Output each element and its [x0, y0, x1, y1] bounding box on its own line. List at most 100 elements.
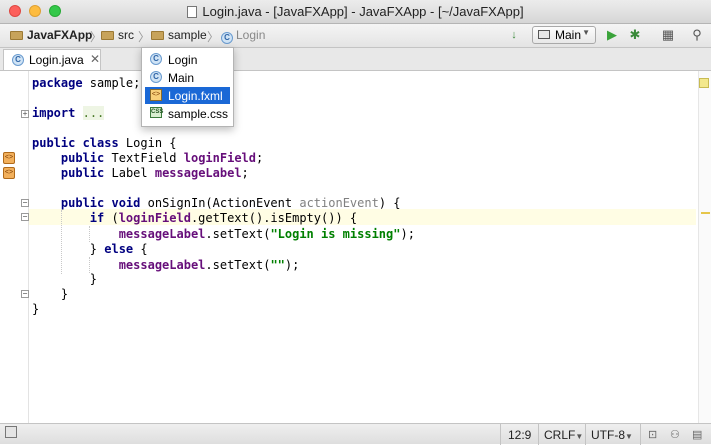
code-line: public class Login {: [32, 135, 177, 151]
window-title-text: Login.java - [JavaFXApp] - JavaFXApp - […: [202, 4, 524, 19]
line-separator[interactable]: CRLF▼: [544, 428, 583, 442]
code-text: .getText().isEmpty()) {: [190, 211, 358, 225]
run-configuration-label: Main: [555, 28, 582, 42]
popup-item-main[interactable]: C Main: [145, 69, 230, 86]
chevron-down-icon: ▼: [575, 432, 584, 441]
fold-collapse-icon[interactable]: −: [21, 213, 29, 221]
inspection-status-icon[interactable]: [699, 78, 709, 88]
fold-expand-icon[interactable]: +: [21, 110, 29, 118]
code-text: }: [89, 272, 98, 286]
popup-item-login-fxml[interactable]: <> Login.fxml: [145, 87, 230, 104]
search-icon[interactable]: ⚲: [689, 27, 705, 43]
breadcrumb-login[interactable]: C Login: [221, 28, 265, 44]
code-text: ;: [241, 166, 249, 180]
chevron-down-icon: ▼: [625, 432, 633, 441]
make-project-icon[interactable]: ↓: [506, 27, 522, 43]
code-text: Label: [104, 166, 155, 180]
status-bar: 12:9 CRLF▼ UTF-8▼ ⊡ ⚇ ▤: [0, 423, 711, 445]
run-configuration-select[interactable]: Main ▼: [532, 26, 596, 44]
code-line: }: [32, 286, 68, 302]
folder-icon: [101, 31, 114, 40]
warning-marker[interactable]: [701, 212, 710, 214]
code-text: TextField: [104, 151, 184, 165]
breadcrumb-project-label: JavaFXApp: [27, 28, 93, 42]
fold-collapse-icon[interactable]: −: [21, 199, 29, 207]
folded-imports[interactable]: ...: [82, 106, 105, 120]
string-literal: "Login is missing": [270, 227, 401, 241]
code-text: sample;: [82, 76, 141, 90]
field-name: loginField: [183, 151, 256, 165]
field-name: messageLabel: [118, 227, 206, 241]
fxml-file-icon: <>: [150, 89, 162, 101]
tool-windows-icon[interactable]: [5, 426, 17, 438]
breadcrumb-project[interactable]: JavaFXApp: [10, 28, 92, 42]
code-text: }: [32, 302, 40, 316]
keyword: if: [89, 211, 105, 225]
debug-icon[interactable]: ✱: [627, 27, 643, 43]
run-icon[interactable]: ▶: [604, 27, 620, 43]
code-line: }: [32, 301, 39, 317]
code-line: public void onSignIn(ActionEvent actionE…: [32, 195, 401, 211]
keyword: public: [60, 166, 105, 180]
css-file-icon: CSS: [150, 107, 163, 118]
project-structure-icon[interactable]: ▦: [660, 27, 676, 43]
keyword: import: [32, 106, 76, 120]
code-line: import ...: [32, 105, 105, 121]
event-log-icon[interactable]: ▤: [692, 428, 702, 441]
editor-gutter[interactable]: [0, 71, 29, 423]
keyword: else: [104, 242, 134, 256]
code-text: );: [400, 227, 415, 241]
breadcrumb-src[interactable]: src: [101, 28, 134, 42]
code-text: ) {: [378, 196, 401, 210]
editor-tab-bar: C Login.java ✕: [0, 48, 711, 71]
file-encoding[interactable]: UTF-8▼: [591, 428, 633, 442]
popup-item-label: sample.css: [168, 107, 229, 121]
breadcrumb-sample-label: sample: [168, 28, 207, 42]
keyword: package: [32, 76, 83, 90]
code-text: }: [60, 287, 69, 301]
error-stripe[interactable]: [698, 71, 711, 423]
runnable-class-icon: C: [150, 71, 162, 83]
code-line: } else {: [32, 241, 148, 257]
breadcrumb-separator: 〉: [138, 30, 151, 44]
fxml-binding-icon[interactable]: <>: [3, 152, 15, 164]
keyword: public: [60, 151, 105, 165]
title-bar: Login.java - [JavaFXApp] - JavaFXApp - […: [0, 0, 711, 24]
tab-label: Login.java: [29, 53, 84, 67]
field-name: loginField: [118, 211, 191, 225]
inspector-icon[interactable]: ⚇: [670, 428, 680, 441]
tab-login-java[interactable]: C Login.java ✕: [3, 49, 101, 70]
project-folder-icon: [10, 31, 23, 40]
fxml-binding-icon[interactable]: <>: [3, 167, 15, 179]
breadcrumb-src-label: src: [118, 28, 134, 42]
line-separator-label: CRLF: [544, 428, 576, 442]
popup-item-label: Login: [168, 53, 198, 67]
code-text: ;: [256, 151, 264, 165]
popup-item-label: Login.fxml: [168, 89, 223, 103]
breadcrumb-login-label: Login: [236, 28, 266, 42]
code-line: package sample;: [32, 75, 140, 91]
code-text: onSignIn(ActionEvent: [140, 196, 300, 210]
code-text: .setText(: [205, 227, 271, 241]
navigation-bar: JavaFXApp 〉 src 〉 sample 〉 C Login ↓ Main…: [0, 24, 711, 48]
class-icon: C: [12, 54, 24, 66]
popup-item-sample-css[interactable]: CSS sample.css: [145, 105, 230, 122]
code-line: }: [32, 271, 97, 287]
code-text: (: [104, 211, 119, 225]
code-text: {: [133, 242, 148, 256]
code-line: messageLabel.setText("Login is missing")…: [32, 226, 415, 242]
breadcrumb-sample[interactable]: sample: [151, 28, 207, 42]
popup-item-login[interactable]: C Login: [145, 51, 230, 68]
chevron-down-icon: ▼: [582, 28, 590, 37]
divider: [500, 424, 501, 445]
code-line: public TextField loginField;: [32, 150, 263, 166]
breadcrumb-separator: 〉: [207, 30, 220, 44]
fold-end-icon[interactable]: −: [21, 290, 29, 298]
close-tab-icon[interactable]: ✕: [90, 52, 100, 66]
lock-icon[interactable]: ⊡: [648, 428, 657, 441]
field-name: messageLabel: [118, 258, 206, 272]
keyword: public void: [60, 196, 141, 210]
code-text: );: [284, 258, 300, 272]
caret-position[interactable]: 12:9: [508, 428, 531, 442]
class-icon: C: [221, 32, 233, 44]
